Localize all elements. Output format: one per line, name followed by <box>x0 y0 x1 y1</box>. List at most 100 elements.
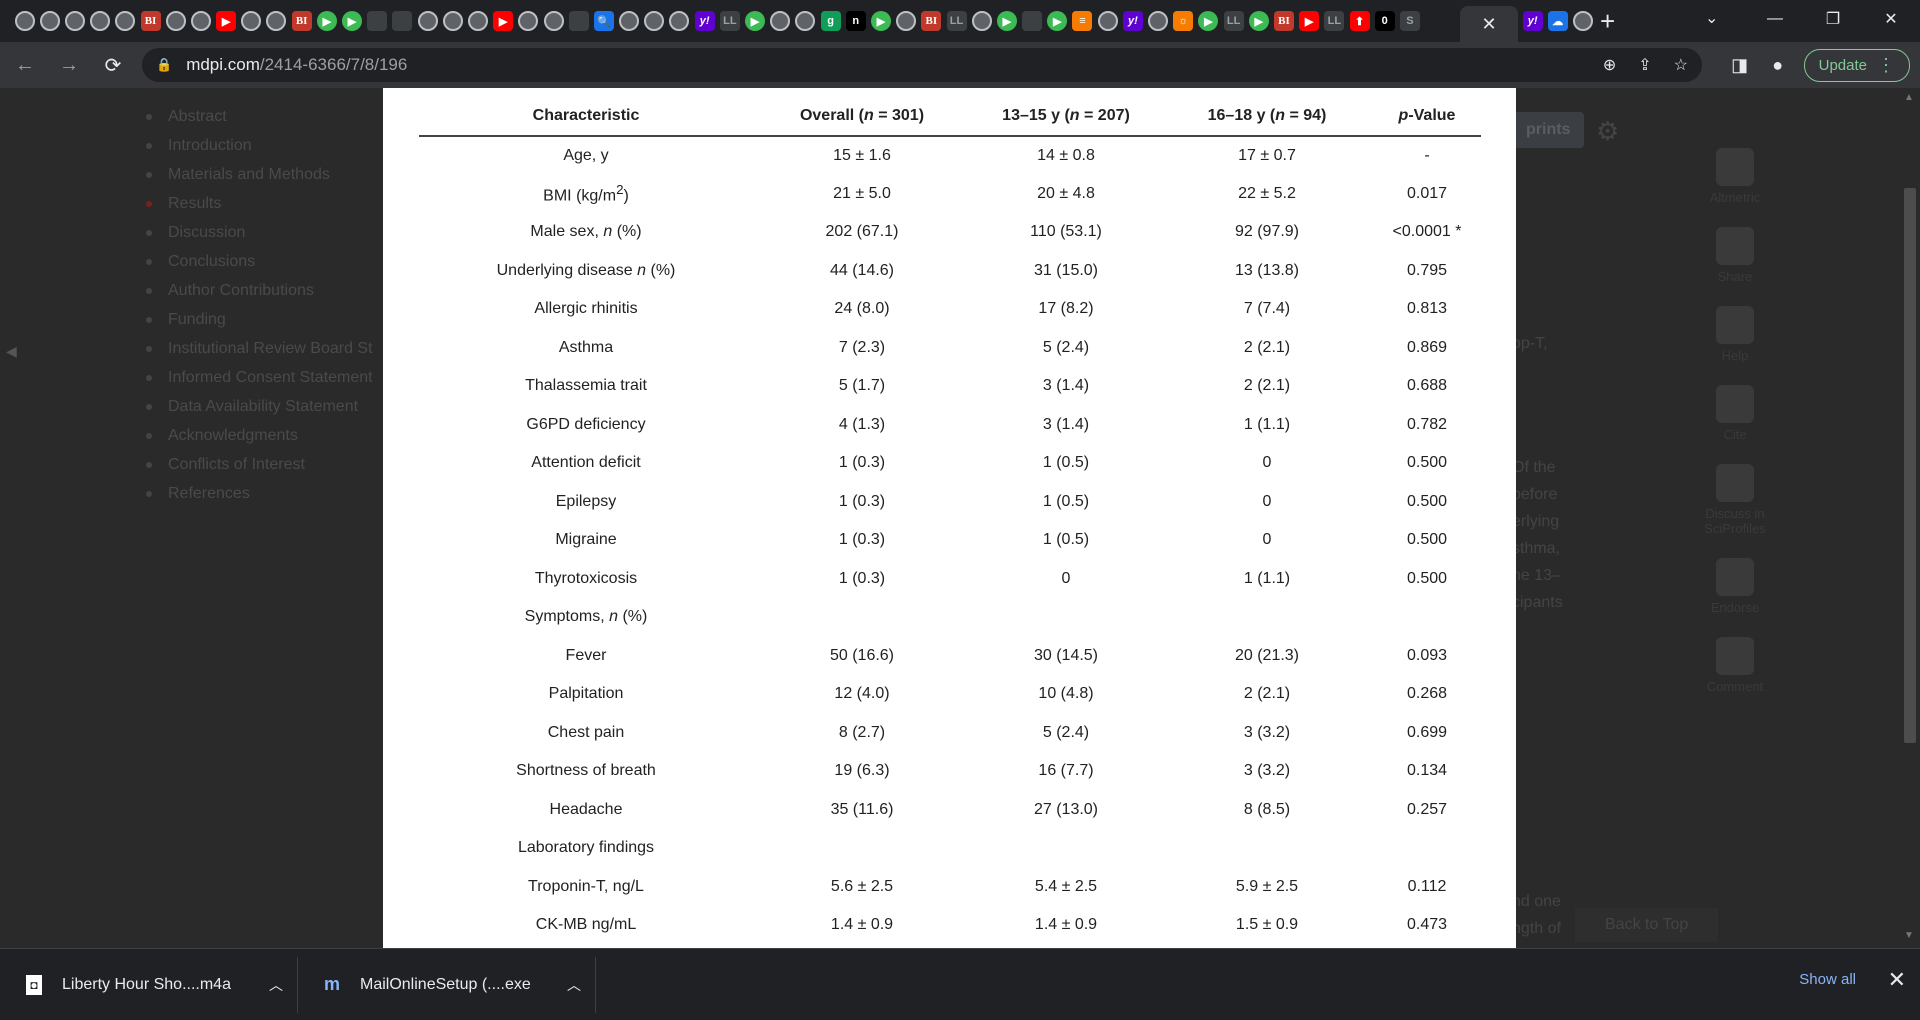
sidebar-action[interactable]: Share <box>1700 227 1770 284</box>
tab-favicon-icon[interactable] <box>518 11 539 31</box>
tab-favicon-icon[interactable] <box>1148 11 1169 31</box>
tab-favicon-icon[interactable] <box>64 11 85 31</box>
tab-favicon-icon[interactable]: LL <box>946 11 967 31</box>
tab-favicon-icon[interactable] <box>971 11 992 31</box>
toc-item[interactable]: Introduction <box>146 131 373 160</box>
minimize-button[interactable]: — <box>1746 0 1804 38</box>
tab-favicon-icon[interactable] <box>467 11 488 31</box>
tab-favicon-icon[interactable]: ⬆ <box>1349 11 1370 31</box>
collapse-left-icon[interactable]: ◀ <box>6 343 17 360</box>
close-tab-icon[interactable]: ✕ <box>1481 14 1496 35</box>
toc-item[interactable]: Results <box>146 189 373 218</box>
tab-favicon-icon[interactable] <box>241 11 262 31</box>
tab-favicon-icon[interactable] <box>90 11 111 31</box>
share-icon[interactable]: ⇪ <box>1638 55 1651 75</box>
bookmark-star-icon[interactable]: ☆ <box>1674 55 1688 75</box>
tab-favicon-icon[interactable]: y! <box>694 11 715 31</box>
tab-favicon-icon[interactable] <box>115 11 136 31</box>
tab-favicon-icon[interactable] <box>795 11 816 31</box>
tab-favicon-icon[interactable] <box>39 11 60 31</box>
reprints-button[interactable]: prints <box>1512 112 1585 148</box>
back-to-top-button[interactable]: Back to Top <box>1575 908 1719 942</box>
tab-favicon-icon[interactable] <box>417 11 438 31</box>
toc-item[interactable]: Informed Consent Statement <box>146 363 373 392</box>
sidebar-action[interactable]: Cite <box>1700 385 1770 442</box>
sidebar-action[interactable]: Altmetric <box>1700 148 1770 205</box>
tab-favicon-icon[interactable] <box>644 11 665 31</box>
tab-favicon-icon[interactable] <box>392 11 413 31</box>
tab-favicon-icon[interactable] <box>442 11 463 31</box>
tab-favicon-icon[interactable] <box>367 11 388 31</box>
tab-favicon-icon[interactable]: LL <box>719 11 740 31</box>
tab-favicon-icon[interactable]: ▶ <box>1299 11 1320 31</box>
tab-favicon-icon[interactable]: ▶ <box>996 11 1017 31</box>
sidebar-action[interactable]: Endorse <box>1700 558 1770 615</box>
download-item[interactable]: m MailOnlineSetup (....exe ︿ <box>298 956 596 1013</box>
tab-favicon-icon[interactable]: ▶ <box>493 11 514 31</box>
tab-favicon-icon[interactable] <box>543 11 564 31</box>
profile-icon[interactable]: ● <box>1766 55 1790 76</box>
sidebar-action[interactable]: Comment <box>1700 637 1770 694</box>
toc-item[interactable]: Author Contributions <box>146 276 373 305</box>
toc-item[interactable]: Conclusions <box>146 247 373 276</box>
download-item[interactable]: ◘ Liberty Hour Sho....m4a ︿ <box>0 956 298 1013</box>
restore-button[interactable]: ❐ <box>1804 0 1862 38</box>
toc-item[interactable]: Institutional Review Board St <box>146 334 373 363</box>
tab-search-chevron-icon[interactable]: ⌄ <box>1705 8 1718 28</box>
new-tab-button[interactable]: + <box>1600 8 1615 34</box>
tab-favicon-icon[interactable]: ☼ <box>1173 11 1194 31</box>
toc-item[interactable]: Abstract <box>146 102 373 131</box>
tab-favicon-icon[interactable] <box>619 11 640 31</box>
scroll-down-icon[interactable]: ▼ <box>1904 930 1914 941</box>
close-shelf-icon[interactable]: ✕ <box>1888 967 1906 993</box>
tab-favicon-icon[interactable]: ▶ <box>342 11 363 31</box>
sidebar-action[interactable]: Discuss in SciProfiles <box>1700 464 1770 536</box>
chevron-up-icon[interactable]: ︿ <box>269 975 283 995</box>
forward-button[interactable]: → <box>50 47 88 83</box>
tab-favicon-icon[interactable]: 0 <box>1374 11 1395 31</box>
tab-favicon-icon[interactable]: n <box>845 11 866 31</box>
toc-item[interactable]: Acknowledgments <box>146 421 373 450</box>
tab-favicon-icon[interactable]: BI <box>140 11 161 31</box>
tab-favicon-icon[interactable]: BI <box>291 11 312 31</box>
toc-item[interactable]: Funding <box>146 305 373 334</box>
tab-favicon-icon[interactable] <box>14 11 35 31</box>
toc-item[interactable]: Discussion <box>146 218 373 247</box>
tab-favicon-icon[interactable] <box>568 11 589 31</box>
scrollbar-thumb[interactable] <box>1904 188 1916 743</box>
tab-favicon-icon[interactable]: ▶ <box>1198 11 1219 31</box>
tab-favicon-icon[interactable]: LL <box>1324 11 1345 31</box>
tab-favicon-icon[interactable]: 🔍 <box>593 11 614 31</box>
tab-favicon-icon[interactable] <box>770 11 791 31</box>
gear-icon[interactable]: ⚙ <box>1596 116 1619 147</box>
close-window-button[interactable]: ✕ <box>1862 0 1920 38</box>
tab-favicon-icon[interactable]: BI <box>921 11 942 31</box>
lock-icon[interactable]: 🔒 <box>156 57 172 73</box>
tab-favicon-icon[interactable] <box>266 11 287 31</box>
tab-favicon-icon[interactable]: BI <box>1273 11 1294 31</box>
tab-favicon-icon[interactable] <box>190 11 211 31</box>
tab-favicon-icon[interactable] <box>165 11 186 31</box>
tab-favicon-icon[interactable]: ▶ <box>870 11 891 31</box>
tab-favicon-icon[interactable]: ▶ <box>316 11 337 31</box>
toc-item[interactable]: Materials and Methods <box>146 160 373 189</box>
zoom-icon[interactable]: ⊕ <box>1603 55 1616 75</box>
sidebar-action[interactable]: Help <box>1700 306 1770 363</box>
tab-favicon-icon[interactable]: LL <box>1223 11 1244 31</box>
tab-favicon-icon[interactable]: ▶ <box>1047 11 1068 31</box>
tab-favicon-icon[interactable] <box>896 11 917 31</box>
tab-favicon-icon[interactable] <box>669 11 690 31</box>
tab-favicon-icon[interactable] <box>1097 11 1118 31</box>
address-bar[interactable]: 🔒 mdpi.com/2414-6366/7/8/196 ⊕ ⇪ ☆ <box>142 48 1702 82</box>
tab-favicon-icon[interactable]: y! <box>1122 11 1143 31</box>
tab-favicon-icon[interactable]: ▶ <box>216 11 237 31</box>
tab-favicon-icon[interactable]: S <box>1399 11 1420 31</box>
update-button[interactable]: Update ⋮ <box>1803 48 1910 82</box>
active-tab[interactable]: ✕ <box>1460 6 1518 42</box>
toc-item[interactable]: Data Availability Statement <box>146 392 373 421</box>
page-scrollbar[interactable]: ▲ ▼ <box>1900 88 1920 948</box>
tab-favicon-icon[interactable] <box>1572 11 1593 31</box>
tab-favicon-icon[interactable]: g <box>820 11 841 31</box>
reload-button[interactable]: ⟳ <box>94 47 132 83</box>
chevron-up-icon[interactable]: ︿ <box>567 975 581 995</box>
